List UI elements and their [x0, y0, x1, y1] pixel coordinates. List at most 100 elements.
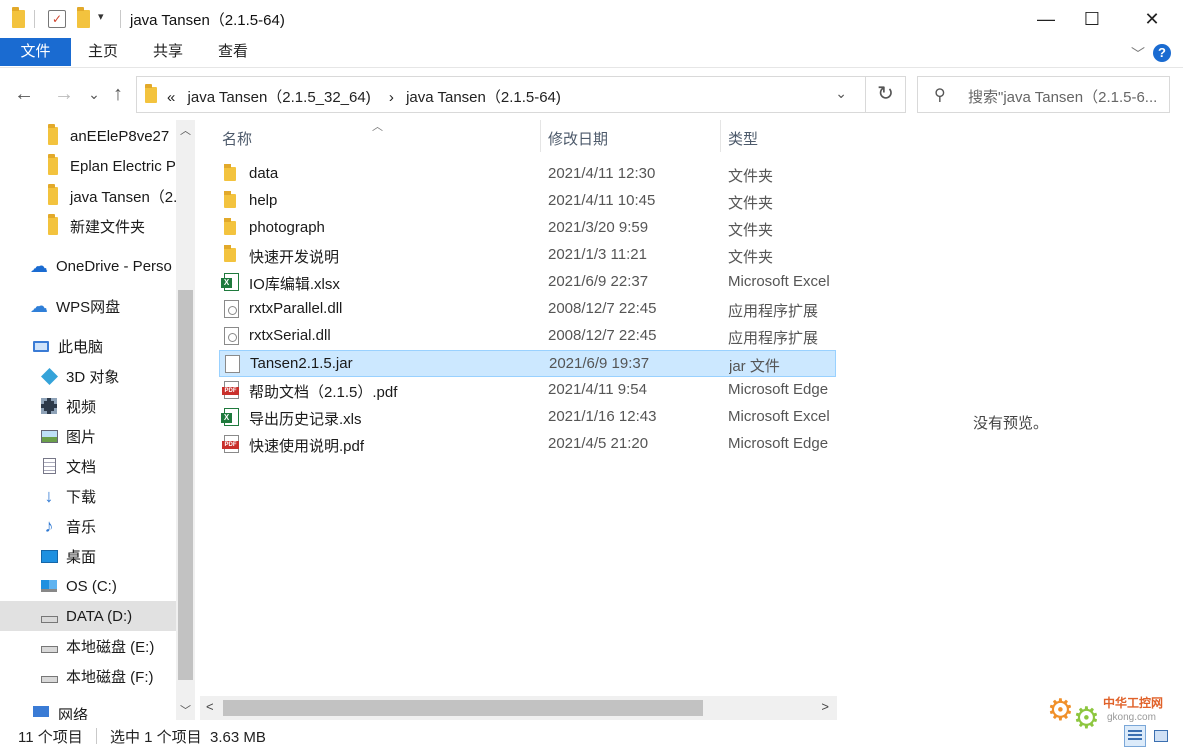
search-box[interactable]: ⚲ 搜索"java Tansen（2.1.5-6...	[917, 76, 1170, 113]
scroll-up-icon[interactable]: ︿	[176, 122, 195, 138]
file-row[interactable]: 帮助文档（2.1.5）.pdf 2021/4/11 9:54 Microsoft…	[219, 377, 836, 404]
file-row[interactable]: help 2021/4/11 10:45 文件夹	[219, 188, 836, 215]
file-row[interactable]: 快速开发说明 2021/1/3 11:21 文件夹	[219, 242, 836, 269]
breadcrumb-item[interactable]: java Tansen（2.1.5_32_64)	[188, 89, 371, 106]
column-divider[interactable]	[720, 120, 721, 152]
file-type: 应用程序扩展	[728, 330, 819, 347]
file-name: 帮助文档（2.1.5）.pdf	[249, 384, 398, 401]
preview-message: 没有预览。	[973, 415, 1049, 432]
desktop-icon	[40, 547, 58, 565]
file-name: data	[249, 165, 279, 182]
minimize-button[interactable]: —	[1023, 0, 1069, 38]
nav-item-videos[interactable]: 视频	[0, 391, 176, 421]
scroll-right-icon[interactable]: >	[821, 699, 829, 714]
nav-scrollbar[interactable]: ︿ ﹀	[176, 120, 195, 720]
column-header-date[interactable]: 修改日期	[548, 128, 608, 149]
column-header-type[interactable]: 类型	[728, 128, 758, 149]
nav-item-label: 新建文件夹	[70, 218, 146, 236]
file-row[interactable]: 导出历史记录.xls 2021/1/16 12:43 Microsoft Exc…	[219, 404, 836, 431]
nav-item-label: WPS网盘	[56, 298, 121, 316]
recent-locations-chevron-icon[interactable]: ⌄	[82, 86, 106, 103]
file-date: 2021/3/20 9:59	[548, 219, 649, 236]
ribbon-expand-chevron-icon[interactable]: ﹀	[1131, 44, 1145, 64]
file-row[interactable]: data 2021/4/11 12:30 文件夹	[219, 161, 836, 188]
nav-item-drive-e[interactable]: 本地磁盘 (E:)	[0, 631, 176, 661]
tab-home[interactable]: 主页	[80, 38, 126, 66]
new-folder-icon[interactable]	[76, 7, 90, 28]
nav-item-drive-c[interactable]: OS (C:)	[0, 571, 176, 601]
breadcrumb-overflow-icon[interactable]: «	[167, 89, 175, 106]
scroll-down-icon[interactable]: ﹀	[176, 702, 195, 718]
refresh-icon[interactable]: ↻	[865, 77, 905, 112]
nav-item-network[interactable]: 网络	[0, 700, 176, 720]
list-horizontal-scrollbar[interactable]: < >	[200, 696, 837, 720]
ribbon: 文件 主页 共享 查看 ﹀ ?	[0, 38, 1183, 68]
file-type: 文件夹	[728, 222, 774, 239]
nav-item-this-pc[interactable]: 此电脑	[0, 331, 176, 361]
close-button[interactable]: ✕	[1129, 0, 1175, 38]
file-row-selected[interactable]: Tansen2.1.5.jar 2021/6/9 19:37 jar 文件	[219, 350, 836, 377]
nav-item-downloads[interactable]: ↓ 下载	[0, 481, 176, 511]
file-type: Microsoft Edge	[728, 435, 829, 452]
nav-item-label: 此电脑	[58, 338, 104, 356]
address-dropdown-chevron-icon[interactable]: ⌄	[835, 85, 847, 102]
search-input[interactable]: 搜索"java Tansen（2.1.5-6...	[968, 86, 1166, 107]
nav-item-pictures[interactable]: 图片	[0, 421, 176, 451]
nav-item-documents[interactable]: 文档	[0, 451, 176, 481]
file-row[interactable]: IO库编辑.xlsx 2021/6/9 22:37 Microsoft Exce…	[219, 269, 836, 296]
drive-icon	[40, 637, 58, 655]
nav-item-label: 本地磁盘 (F:)	[66, 668, 154, 686]
back-arrow-icon[interactable]: ←	[12, 83, 36, 106]
breadcrumb-separator-icon[interactable]: ›	[389, 89, 394, 106]
file-row[interactable]: rxtxSerial.dll 2008/12/7 22:45 应用程序扩展	[219, 323, 836, 350]
maximize-button[interactable]: ☐	[1069, 0, 1115, 38]
file-type: 应用程序扩展	[728, 303, 819, 320]
nav-item-quick-folder[interactable]: Eplan Electric P	[0, 151, 176, 181]
scroll-left-icon[interactable]: <	[206, 699, 214, 714]
nav-item-quick-folder[interactable]: anEEleP8ve27	[0, 121, 176, 151]
file-name: rxtxSerial.dll	[249, 327, 331, 344]
nav-item-label: 桌面	[66, 548, 97, 566]
dll-icon	[224, 327, 242, 345]
scrollbar-thumb[interactable]	[223, 700, 703, 716]
file-row[interactable]: photograph 2021/3/20 9:59 文件夹	[219, 215, 836, 242]
properties-icon[interactable]: ✓	[48, 10, 66, 28]
tab-share[interactable]: 共享	[145, 38, 191, 66]
folder-icon	[44, 154, 62, 175]
nav-item-label: DATA (D:)	[66, 607, 133, 625]
nav-item-desktop[interactable]: 桌面	[0, 541, 176, 571]
file-row[interactable]: rxtxParallel.dll 2008/12/7 22:45 应用程序扩展	[219, 296, 836, 323]
forward-arrow-icon[interactable]: →	[52, 83, 76, 106]
nav-item-label: 网络	[58, 707, 89, 720]
file-icon	[225, 355, 243, 373]
breadcrumb-item[interactable]: java Tansen（2.1.5-64)	[406, 89, 561, 106]
nav-item-quick-folder[interactable]: 新建文件夹	[0, 211, 176, 241]
file-type: jar 文件	[729, 358, 780, 375]
tab-view[interactable]: 查看	[210, 38, 256, 66]
scrollbar-thumb[interactable]	[178, 290, 193, 680]
address-row: ← → ⌄ ↑ « java Tansen（2.1.5_32_64) › jav…	[0, 70, 1183, 120]
nav-item-onedrive[interactable]: ☁ OneDrive - Perso	[0, 251, 176, 281]
tab-file[interactable]: 文件	[0, 38, 71, 66]
file-name: 导出历史记录.xls	[249, 411, 362, 428]
nav-item-3d-objects[interactable]: 3D 对象	[0, 361, 176, 391]
nav-item-label: anEEleP8ve27	[70, 127, 170, 145]
folder-icon	[44, 184, 62, 205]
folder-icon	[224, 164, 242, 183]
address-bar[interactable]: « java Tansen（2.1.5_32_64) › java Tansen…	[136, 76, 906, 113]
column-header-name[interactable]: 名称	[222, 128, 252, 149]
nav-item-music[interactable]: ♪ 音乐	[0, 511, 176, 541]
status-bar: 11 个项目 选中 1 个项目 3.63 MB	[0, 722, 1183, 750]
nav-item-drive-d[interactable]: DATA (D:)	[0, 601, 176, 631]
file-row[interactable]: 快速使用说明.pdf 2021/4/5 21:20 Microsoft Edge	[219, 431, 836, 458]
column-divider[interactable]	[540, 120, 541, 152]
customize-toolbar-icon[interactable]: ▾	[98, 10, 104, 23]
file-date: 2021/4/11 12:30	[548, 165, 656, 182]
nav-item-quick-folder[interactable]: java Tansen（2.	[0, 181, 176, 211]
nav-item-drive-f[interactable]: 本地磁盘 (F:)	[0, 661, 176, 691]
up-arrow-icon[interactable]: ↑	[106, 83, 130, 106]
folder-icon	[224, 191, 242, 210]
help-icon[interactable]: ?	[1153, 44, 1171, 62]
gear-icon: ⚙	[1047, 694, 1074, 727]
nav-item-wps[interactable]: ☁ WPS网盘	[0, 291, 176, 321]
